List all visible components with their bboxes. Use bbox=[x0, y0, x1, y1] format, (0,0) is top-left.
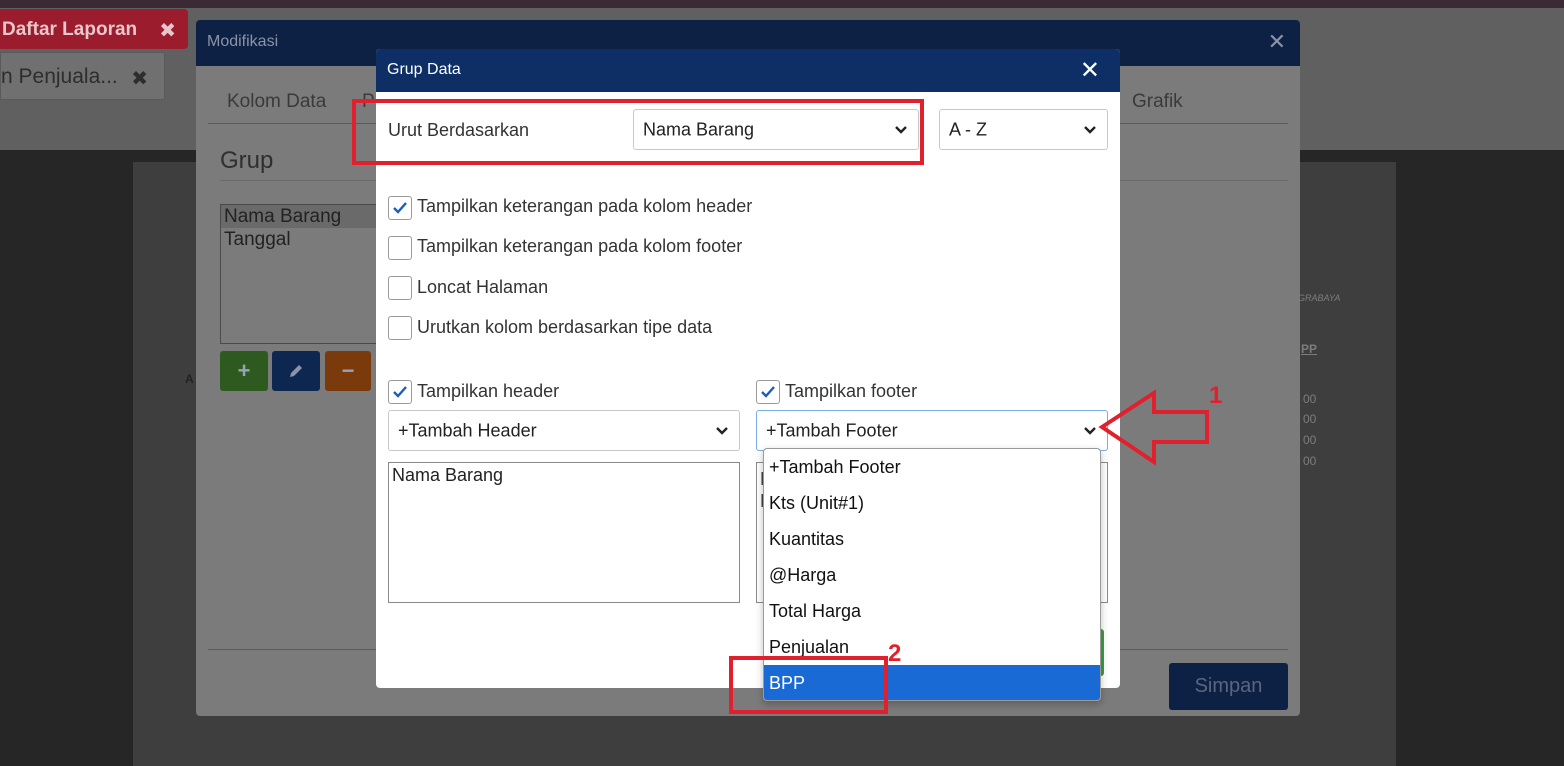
list-item[interactable]: Nama Barang bbox=[389, 463, 739, 488]
annotation-step-number: 2 bbox=[888, 640, 902, 667]
tab-kolom-data[interactable]: Kolom Data bbox=[227, 91, 326, 113]
save-button[interactable]: Simpan bbox=[1169, 663, 1288, 710]
sort-order-select[interactable]: A - Z bbox=[939, 109, 1108, 150]
remove-group-button[interactable]: − bbox=[325, 351, 371, 391]
show-footer-checkbox[interactable] bbox=[756, 380, 780, 404]
annotation-highlight-box bbox=[729, 656, 888, 714]
dialog-title: Grup Data bbox=[387, 61, 461, 78]
list-item[interactable]: Nama Barang bbox=[221, 205, 379, 228]
dropdown-option[interactable]: Kuantitas bbox=[764, 521, 1100, 557]
tab-laporan-penjualan[interactable]: n Penjuala... ✖ bbox=[0, 52, 165, 100]
checkbox-label: Loncat Halaman bbox=[417, 277, 549, 297]
annotation-highlight-box bbox=[352, 99, 924, 165]
check-icon bbox=[393, 386, 407, 398]
checkbox-label: Tampilkan footer bbox=[785, 381, 918, 401]
tab-label: Daftar Laporan bbox=[2, 19, 138, 40]
annotation-step-number: 1 bbox=[1209, 382, 1223, 409]
footer-caption-checkbox[interactable] bbox=[388, 236, 412, 260]
top-strip bbox=[0, 0, 1564, 8]
add-header-select[interactable]: +Tambah Header bbox=[388, 410, 740, 451]
add-footer-select[interactable]: +Tambah Footer bbox=[756, 410, 1108, 451]
report-text: GRABAYA bbox=[1298, 293, 1341, 303]
sort-by-type-checkbox[interactable] bbox=[388, 316, 412, 340]
close-icon[interactable]: ✕ bbox=[1268, 29, 1286, 55]
tab-grafik[interactable]: Grafik bbox=[1132, 91, 1183, 113]
page-break-checkbox[interactable] bbox=[388, 276, 412, 300]
chevron-down-icon bbox=[716, 426, 728, 435]
report-text: 00 bbox=[1303, 433, 1317, 447]
checkbox-label: Urutkan kolom berdasarkan tipe data bbox=[417, 317, 713, 337]
chevron-down-icon bbox=[1084, 125, 1096, 134]
check-icon bbox=[393, 202, 407, 214]
close-icon[interactable]: ✖ bbox=[131, 66, 148, 91]
checkbox-label: Tampilkan keterangan pada kolom header bbox=[417, 196, 753, 216]
add-group-button[interactable]: + bbox=[220, 351, 268, 391]
report-text: 00 bbox=[1303, 392, 1317, 406]
group-list[interactable]: Nama Barang Tanggal bbox=[220, 204, 380, 344]
show-header-checkbox[interactable] bbox=[388, 380, 412, 404]
dialog-header: Grup Data ✕ bbox=[376, 49, 1120, 92]
checkbox-label: Tampilkan header bbox=[417, 381, 560, 401]
pencil-icon bbox=[290, 365, 302, 377]
arrow-left-icon bbox=[1098, 389, 1209, 466]
list-item[interactable]: Tanggal bbox=[221, 228, 379, 251]
dialog-title: Modifikasi bbox=[207, 33, 279, 50]
report-text: A bbox=[185, 372, 194, 386]
select-value: A - Z bbox=[949, 119, 988, 139]
report-text: PP bbox=[1301, 342, 1318, 356]
dropdown-option[interactable]: +Tambah Footer bbox=[764, 449, 1100, 485]
header-caption-checkbox[interactable] bbox=[388, 196, 412, 220]
checkbox-label: Tampilkan keterangan pada kolom footer bbox=[417, 236, 743, 256]
tab-daftar-laporan[interactable]: Daftar Laporan ✖ bbox=[0, 9, 188, 49]
dropdown-option[interactable]: Total Harga bbox=[764, 593, 1100, 629]
select-value: +Tambah Header bbox=[398, 420, 537, 440]
check-icon bbox=[761, 386, 775, 398]
tab-label: n Penjuala... bbox=[1, 65, 118, 88]
section-title: Grup bbox=[220, 147, 274, 174]
select-value: +Tambah Footer bbox=[766, 420, 898, 440]
edit-group-button[interactable] bbox=[272, 351, 320, 391]
dropdown-option[interactable]: @Harga bbox=[764, 557, 1100, 593]
report-text: 00 bbox=[1303, 412, 1317, 426]
close-icon[interactable]: ✖ bbox=[159, 18, 176, 43]
report-text: 00 bbox=[1303, 454, 1317, 468]
chevron-down-icon bbox=[1084, 426, 1096, 435]
close-icon[interactable]: ✕ bbox=[1080, 56, 1100, 85]
header-items-list[interactable]: Nama Barang bbox=[388, 462, 740, 603]
dropdown-option[interactable]: Kts (Unit#1) bbox=[764, 485, 1100, 521]
